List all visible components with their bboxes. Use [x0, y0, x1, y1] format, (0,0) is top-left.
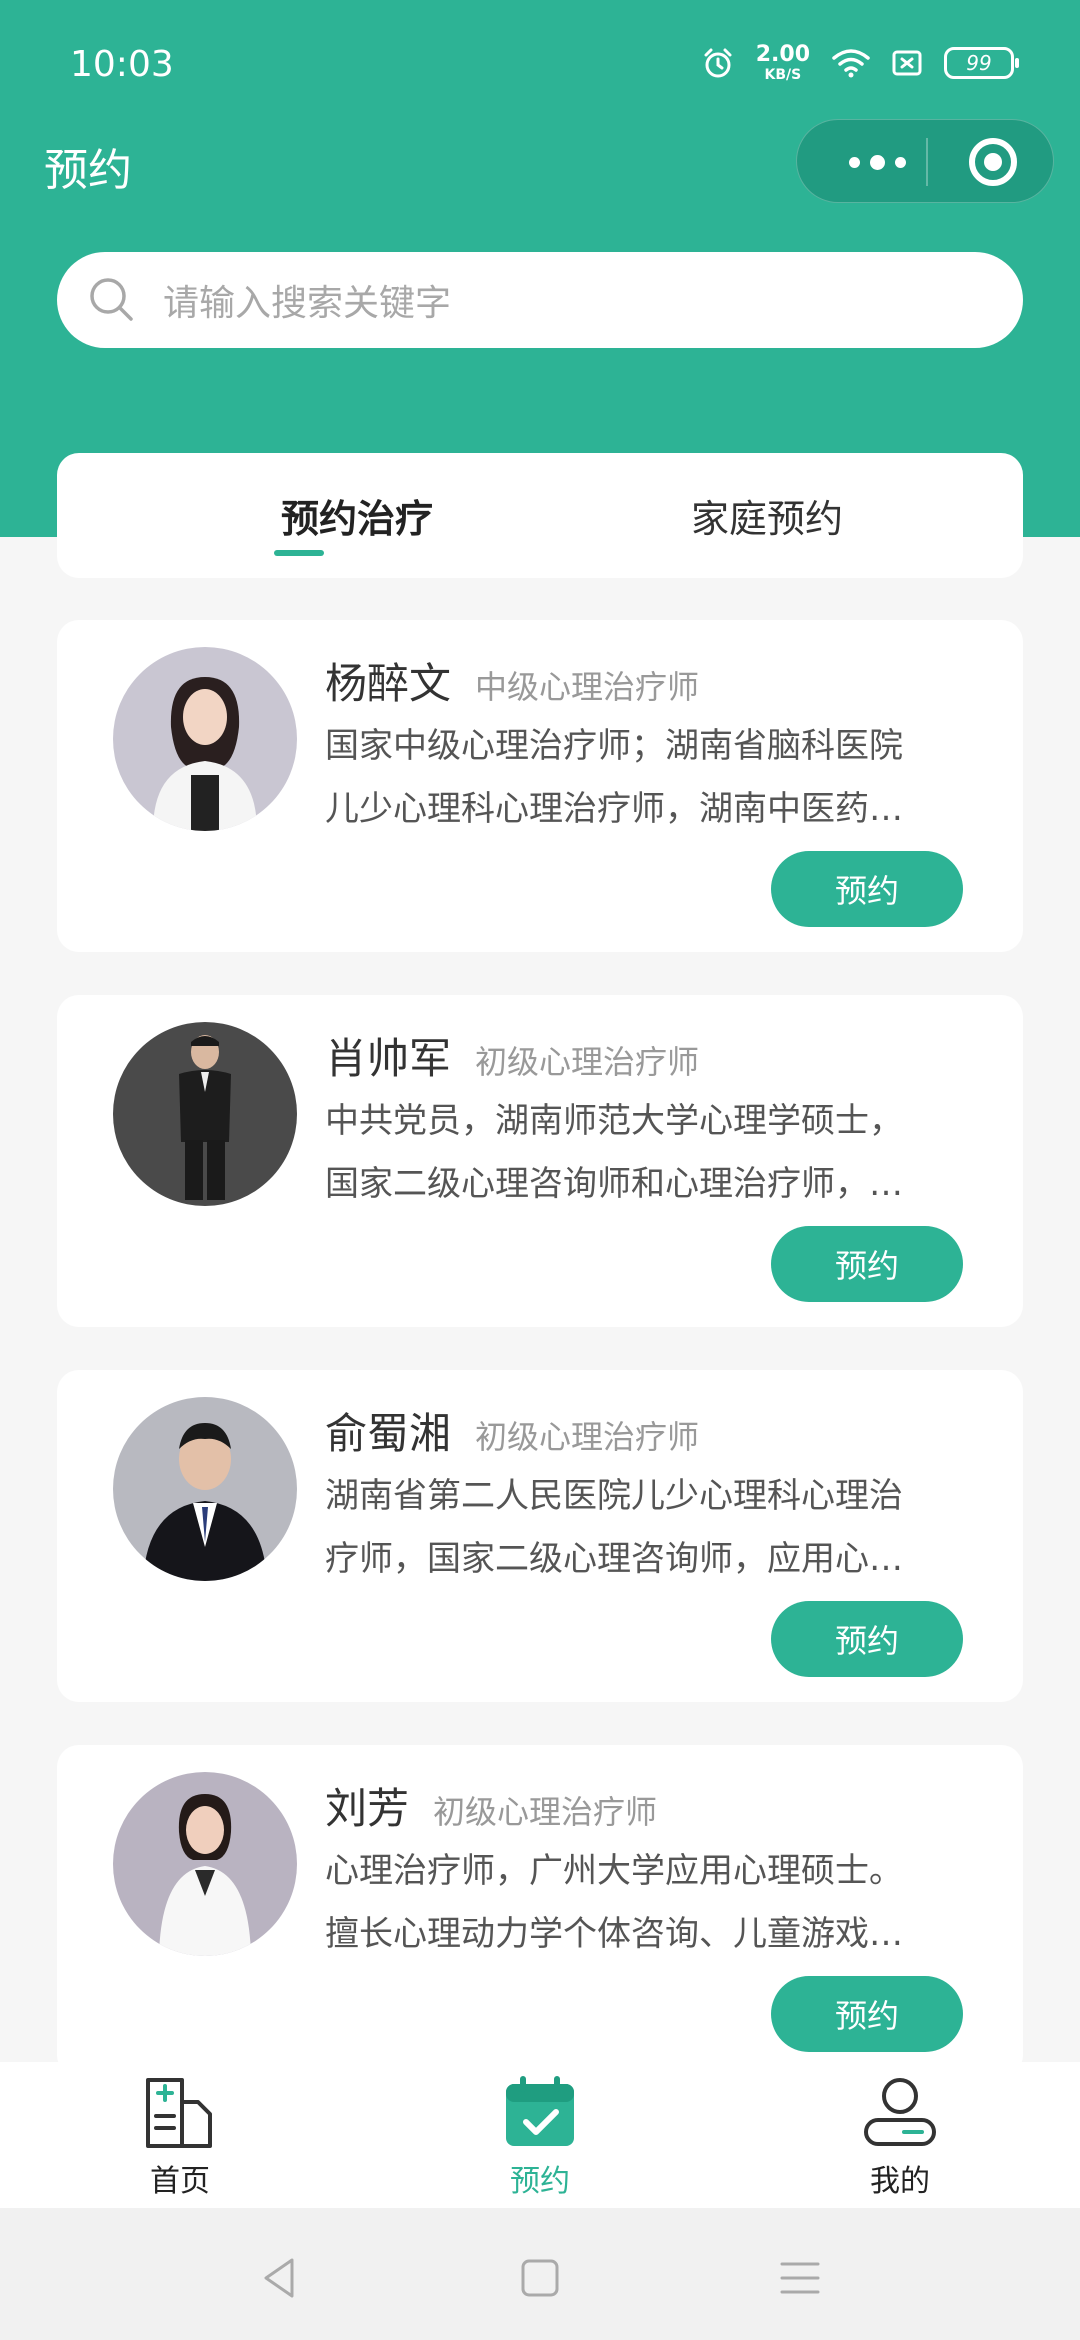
- doctor-description: 中共党员，湖南师范大学心理学硕士， 国家二级心理咨询师和心理治疗师，…: [325, 1090, 945, 1216]
- doctor-level: 中级心理治疗师: [475, 668, 700, 706]
- status-time: 10:03: [70, 44, 174, 85]
- doctor-description-line: 心理治疗师，广州大学应用心理硕士。: [325, 1851, 903, 1891]
- doctor-description-line: 擅长心理动力学个体咨询、儿童游戏…: [325, 1914, 903, 1954]
- calendar-check-icon: [506, 2076, 574, 2146]
- wifi-icon: [832, 49, 870, 78]
- doctor-description-line: 中共党员，湖南师范大学心理学硕士，: [325, 1101, 903, 1141]
- system-home-button[interactable]: [510, 2248, 570, 2308]
- home-square-icon: [521, 2259, 559, 2297]
- close-target-icon[interactable]: [967, 136, 1019, 188]
- home-document-icon: [146, 2078, 212, 2148]
- menu-lines-icon: [780, 2262, 820, 2294]
- alarm-icon: [704, 48, 732, 78]
- avatar: [113, 1397, 297, 1581]
- tabbar-label-home: 首页: [150, 2164, 210, 2199]
- tabbar-item-booking[interactable]: 预约: [450, 2072, 630, 2202]
- doctor-description: 湖南省第二人民医院儿少心理科心理治 疗师，国家二级心理咨询师，应用心…: [325, 1465, 945, 1591]
- network-speed: 2.00 KB/S: [755, 42, 810, 83]
- doctor-card[interactable]: 刘芳 初级心理治疗师 心理治疗师，广州大学应用心理硕士。 擅长心理动力学个体咨询、…: [57, 1745, 1023, 2077]
- tab-treatment-booking[interactable]: 预约治疗: [187, 453, 527, 578]
- search-icon: [90, 278, 133, 321]
- doctor-description: 心理治疗师，广州大学应用心理硕士。 擅长心理动力学个体咨询、儿童游戏…: [325, 1840, 945, 1966]
- tabbar-item-profile[interactable]: 我的: [810, 2072, 990, 2202]
- doctor-name-text: 刘芳: [325, 1784, 410, 1833]
- doctor-name: 杨醉文 中级心理治疗师: [325, 650, 699, 711]
- doctor-description-line: 湖南省第二人民医院儿少心理科心理治: [325, 1476, 903, 1516]
- doctor-level: 初级心理治疗师: [475, 1043, 700, 1081]
- page-title: 预约: [44, 145, 132, 196]
- status-icons: 2.00 KB/S 99: [702, 42, 1019, 83]
- tab-bar: 预约治疗 家庭预约: [57, 453, 1023, 578]
- bottom-tab-bar: 首页 预约 我的: [0, 2062, 1080, 2208]
- doctor-description-line: 疗师，国家二级心理咨询师，应用心…: [325, 1539, 903, 1579]
- battery-icon: 99: [944, 47, 1019, 79]
- doctor-name: 肖帅军 初级心理治疗师: [325, 1025, 699, 1086]
- doctor-name: 刘芳 初级心理治疗师: [325, 1775, 657, 1836]
- doctor-name: 俞蜀湘 初级心理治疗师: [325, 1400, 699, 1461]
- avatar: [113, 1022, 297, 1206]
- doctor-card[interactable]: 肖帅军 初级心理治疗师 中共党员，湖南师范大学心理学硕士， 国家二级心理咨询师和心…: [57, 995, 1023, 1327]
- tab-family-booking[interactable]: 家庭预约: [597, 453, 937, 578]
- doctor-card[interactable]: 杨醉文 中级心理治疗师 国家中级心理治疗师；湖南省脑科医院 儿少心理科心理治疗师，…: [57, 620, 1023, 952]
- doctor-description-line: 国家二级心理咨询师和心理治疗师，…: [325, 1164, 903, 1204]
- book-button[interactable]: 预约: [771, 1601, 963, 1677]
- network-speed-unit: KB/S: [764, 67, 802, 83]
- doctor-description-line: 国家中级心理治疗师；湖南省脑科医院: [325, 726, 903, 766]
- doctor-description-line: 儿少心理科心理治疗师，湖南中医药…: [325, 789, 903, 829]
- doctor-level: 初级心理治疗师: [475, 1418, 700, 1456]
- search-bar[interactable]: 请输入搜索关键字: [57, 252, 1023, 348]
- book-button[interactable]: 预约: [771, 851, 963, 927]
- doctor-level: 初级心理治疗师: [433, 1793, 658, 1831]
- capsule-divider: [926, 138, 928, 186]
- user-icon: [864, 2078, 936, 2146]
- sim-card-icon: [892, 50, 922, 76]
- book-button[interactable]: 预约: [771, 1226, 963, 1302]
- network-speed-value: 2.00: [755, 42, 810, 67]
- mini-program-capsule: [796, 119, 1054, 203]
- doctor-name-text: 俞蜀湘: [325, 1409, 452, 1458]
- doctor-name-text: 杨醉文: [325, 659, 452, 708]
- system-back-button[interactable]: [250, 2248, 310, 2308]
- doctor-description: 国家中级心理治疗师；湖南省脑科医院 儿少心理科心理治疗师，湖南中医药…: [325, 715, 945, 841]
- book-button[interactable]: 预约: [771, 1976, 963, 2052]
- avatar: [113, 647, 297, 831]
- battery-level: 99: [966, 51, 992, 75]
- avatar: [113, 1772, 297, 1956]
- system-navigation-bar: [0, 2208, 1080, 2340]
- tabbar-item-home[interactable]: 首页: [90, 2072, 270, 2202]
- search-placeholder: 请输入搜索关键字: [163, 283, 452, 324]
- doctor-card[interactable]: 俞蜀湘 初级心理治疗师 湖南省第二人民医院儿少心理科心理治 疗师，国家二级心理咨询…: [57, 1370, 1023, 1702]
- tabbar-label-profile: 我的: [870, 2164, 930, 2199]
- more-menu-button[interactable]: [832, 120, 922, 204]
- tabbar-label-booking: 预约: [510, 2164, 570, 2199]
- active-tab-indicator: [274, 550, 324, 556]
- doctor-name-text: 肖帅军: [325, 1034, 452, 1083]
- back-triangle-icon: [264, 2258, 294, 2298]
- status-bar: 10:03 2.00 KB/S 99: [0, 0, 1080, 130]
- system-menu-button[interactable]: [770, 2248, 830, 2308]
